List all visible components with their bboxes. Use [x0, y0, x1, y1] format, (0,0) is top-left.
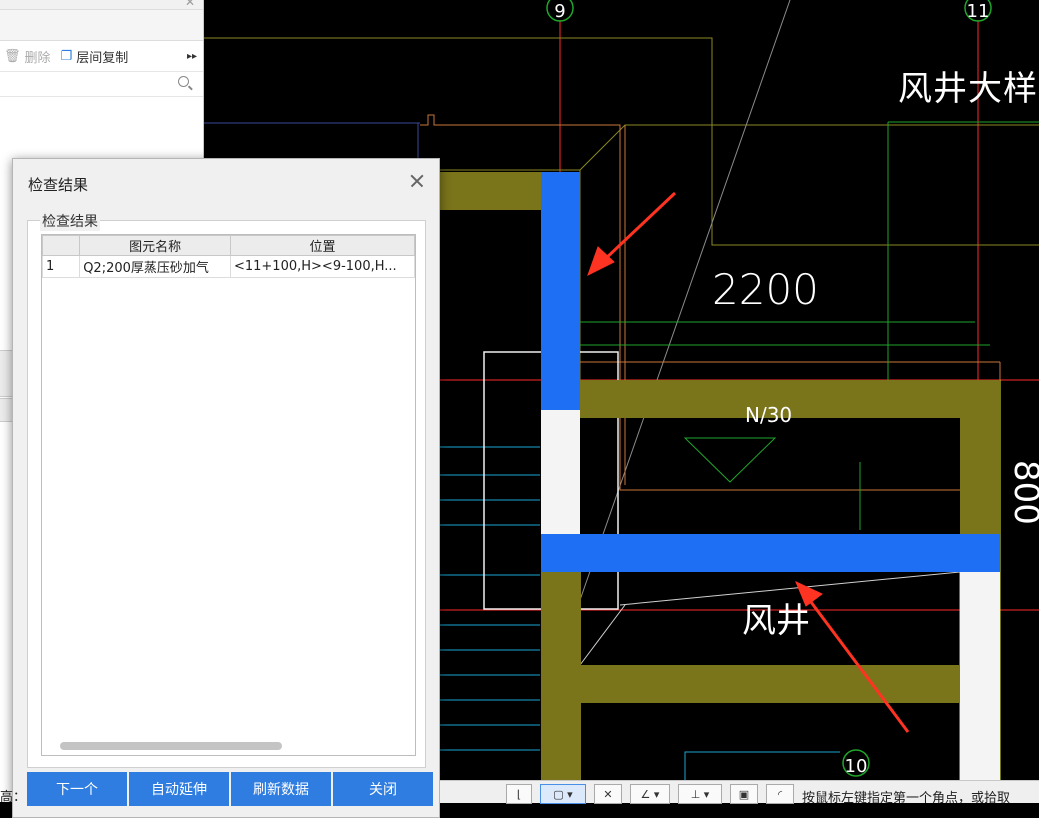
arc-tool-icon[interactable]: ◜ — [766, 784, 794, 804]
results-groupbox: 检查结果 图元名称 位置 1 Q2;200厚蒸压砂加气 <11+100,H><9… — [27, 211, 426, 768]
save-view-icon[interactable]: ▣ — [730, 784, 758, 804]
axis-label: 10 — [845, 756, 868, 777]
column-header-index[interactable] — [41, 235, 81, 256]
delete-button[interactable]: 🗑 删除 — [4, 47, 51, 66]
floor-copy-label: 层间复制 — [76, 50, 129, 66]
check-results-dialog: 检查结果 检查结果 图元名称 位置 1 Q2;200厚蒸压砂加气 <11+100… — [12, 158, 440, 818]
auto-extend-button[interactable]: 自动延伸 — [129, 772, 229, 806]
cad-title-text: 风井大样一 — [898, 69, 1039, 109]
shaft-label: 风井 — [742, 601, 810, 641]
offset-tool-icon[interactable]: ⊥ ▾ — [678, 784, 722, 804]
results-table: 图元名称 位置 1 Q2;200厚蒸压砂加气 <11+100,H><9-100,… — [41, 234, 416, 756]
groupbox-title: 检查结果 — [40, 211, 100, 231]
rectangle-tool-icon[interactable]: ▢ ▾ — [540, 784, 586, 804]
table-row[interactable]: 1 Q2;200厚蒸压砂加气 <11+100,H><9-100,H... — [41, 255, 416, 278]
panel-titlebar: ✕ — [0, 0, 203, 10]
angle-tool-icon[interactable]: ∠ ▾ — [630, 784, 670, 804]
dialog-title: 检查结果 — [28, 176, 89, 194]
column-header-position[interactable]: 位置 — [229, 235, 416, 256]
close-icon[interactable] — [407, 171, 427, 191]
search-icon[interactable] — [178, 76, 189, 87]
delete-label: 删除 — [24, 50, 51, 66]
table-header-row: 图元名称 位置 — [41, 235, 416, 256]
line-tool-icon[interactable]: ⌊ — [506, 784, 532, 804]
cross-tool-icon[interactable]: ✕ — [594, 784, 622, 804]
status-hint: 按鼠标左键指定第一个角点，或拾取 — [802, 791, 1011, 806]
floor-copy-button[interactable]: ❐ 层间复制 — [61, 47, 129, 66]
row-element-name: Q2;200厚蒸压砂加气 — [79, 255, 231, 278]
horizontal-scrollbar[interactable] — [60, 742, 282, 750]
draw-mode-toolbar: ⌊ ▢ ▾ ✕ ∠ ▾ ⊥ ▾ ▣ ◜ 按鼠标左键指定第一个角点，或拾取 — [440, 780, 1039, 806]
close-icon[interactable]: ✕ — [185, 0, 195, 9]
dimension-text: 800 — [1006, 460, 1039, 525]
trash-icon: 🗑 — [4, 48, 21, 64]
panel-tabstrip — [0, 10, 203, 41]
statusbar-left-fragment: 高： — [0, 790, 27, 805]
close-button[interactable]: 关闭 — [333, 772, 433, 806]
dimension-text: 2200 — [712, 265, 819, 314]
axis-label: 9 — [554, 1, 565, 22]
copy-icon: ❐ — [60, 48, 73, 64]
column-header-name[interactable]: 图元名称 — [79, 235, 231, 256]
search-bar — [0, 72, 203, 97]
more-icon[interactable]: ▸▸ — [187, 51, 197, 62]
refresh-data-button[interactable]: 刷新数据 — [231, 772, 331, 806]
row-position: <11+100,H><9-100,H... — [229, 255, 416, 278]
panel-toolbar: 🗑 删除 ❐ 层间复制 ▸▸ — [0, 41, 203, 72]
axis-label: 11 — [967, 1, 990, 22]
row-index: 1 — [41, 255, 81, 278]
search-input[interactable] — [4, 72, 178, 96]
dialog-button-row: 下一个 自动延伸 刷新数据 关闭 — [27, 772, 433, 806]
next-button[interactable]: 下一个 — [27, 772, 127, 806]
partial-text: N/30 — [745, 403, 792, 427]
